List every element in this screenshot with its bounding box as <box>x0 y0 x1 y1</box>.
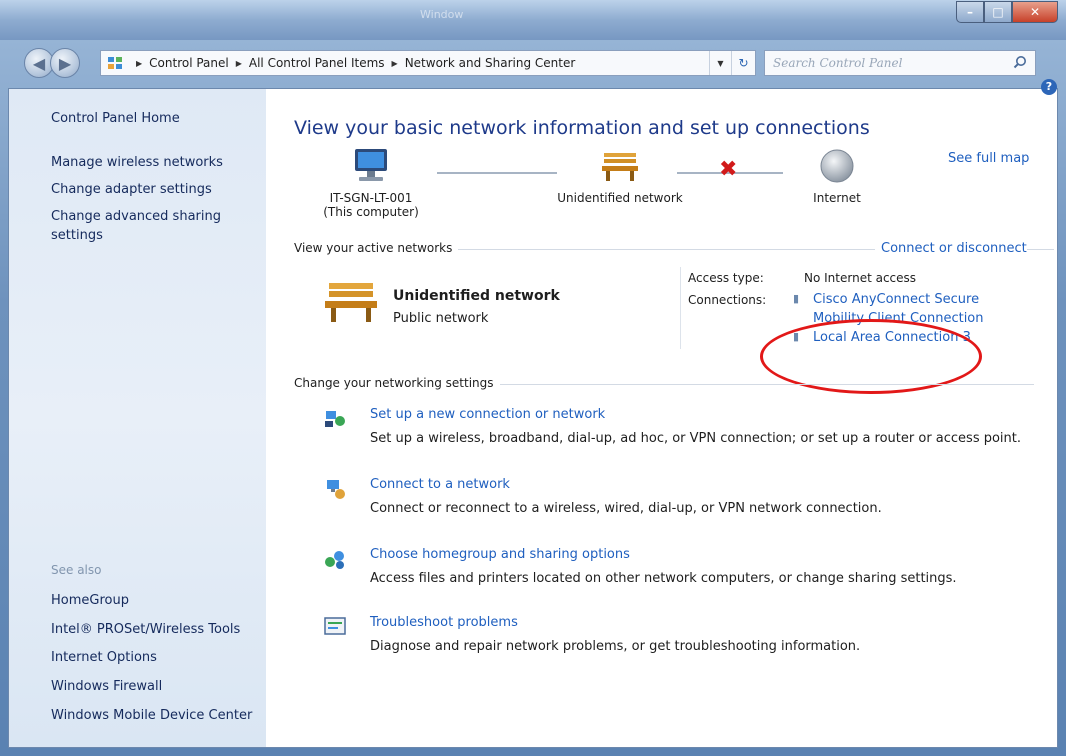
connections-label: Connections: <box>688 293 767 307</box>
sidebar: Control Panel Home Manage wireless netwo… <box>9 89 266 747</box>
main-panel: ? View your basic network information an… <box>267 79 1057 747</box>
forward-button[interactable]: ▶ <box>50 48 80 78</box>
task-setup-connection-link[interactable]: Set up a new connection or network <box>370 407 605 422</box>
cisco-connection-link-line2[interactable]: Mobility Client Connection <box>813 311 984 326</box>
breadcrumb-network-sharing[interactable]: Network and Sharing Center <box>405 56 576 70</box>
homegroup-icon <box>325 551 344 569</box>
see-also-internet-options[interactable]: Internet Options <box>51 648 157 667</box>
address-bar[interactable]: ▶ Control Panel ▶ All Control Panel Item… <box>100 50 756 76</box>
local-area-connection-link[interactable]: Local Area Connection 3 <box>813 330 971 345</box>
sidebar-change-adapter[interactable]: Change adapter settings <box>51 180 212 199</box>
search-box <box>764 50 1036 76</box>
map-network[interactable]: Unidentified network <box>545 147 695 205</box>
task-troubleshoot-link[interactable]: Troubleshoot problems <box>370 615 518 630</box>
change-settings-heading: Change your networking settings <box>294 376 500 390</box>
sidebar-advanced-sharing[interactable]: Change advanced sharing settings <box>51 207 221 245</box>
globe-icon <box>820 149 854 183</box>
window-title: Window <box>420 8 464 21</box>
see-also-heading: See also <box>51 563 102 577</box>
active-network-name: Unidentified network <box>393 288 560 304</box>
refresh-icon[interactable]: ↻ <box>731 51 755 75</box>
breadcrumb-arrow-icon: ▶ <box>235 58 242 68</box>
task-troubleshoot-desc: Diagnose and repair network problems, or… <box>370 639 861 654</box>
navigation-bar: ◀ ▶ ▶ Control Panel ▶ All Control Panel … <box>0 40 1066 86</box>
see-also-mobile-device-center[interactable]: Windows Mobile Device Center <box>51 706 252 725</box>
see-also-homegroup[interactable]: HomeGroup <box>51 591 129 610</box>
see-also-windows-firewall[interactable]: Windows Firewall <box>51 677 162 696</box>
see-full-map-link[interactable]: See full map <box>948 151 1029 166</box>
access-type-value: No Internet access <box>804 271 917 285</box>
map-link-line <box>437 172 557 174</box>
breadcrumb-all-items[interactable]: All Control Panel Items <box>249 56 385 70</box>
access-type-label: Access type: <box>688 271 764 285</box>
sidebar-control-panel-home[interactable]: Control Panel Home <box>51 109 180 128</box>
bench-icon <box>325 283 377 322</box>
task-homegroup-link[interactable]: Choose homegroup and sharing options <box>370 547 630 562</box>
sidebar-manage-wireless[interactable]: Manage wireless networks <box>51 153 223 172</box>
title-bar: Window – □ ✕ <box>0 0 1066 40</box>
help-icon[interactable]: ? <box>1041 79 1057 95</box>
connection-plug-icon: ▮ <box>793 330 800 343</box>
task-connect-network-desc: Connect or reconnect to a wireless, wire… <box>370 501 882 516</box>
computer-subtitle: (This computer) <box>323 205 419 219</box>
breadcrumb-arrow-icon: ▶ <box>391 58 398 68</box>
task-connect-network-link[interactable]: Connect to a network <box>370 477 510 492</box>
search-input[interactable] <box>773 56 1003 70</box>
page-title: View your basic network information and … <box>294 117 870 139</box>
computer-name: IT-SGN-LT-001 <box>329 191 413 205</box>
map-computer[interactable]: IT-SGN-LT-001 (This computer) <box>311 147 431 219</box>
map-internet[interactable]: Internet <box>797 147 877 205</box>
disconnected-x-icon: ✖ <box>719 157 738 182</box>
internet-label: Internet <box>813 191 861 205</box>
see-also-intel-proset[interactable]: Intel® PROSet/Wireless Tools <box>51 620 240 639</box>
active-network-type[interactable]: Public network <box>393 311 488 326</box>
task-setup-connection-desc: Set up a wireless, broadband, dial-up, a… <box>370 431 1022 446</box>
connect-or-disconnect-link[interactable]: Connect or disconnect <box>875 241 1027 256</box>
window-controls: – □ ✕ <box>956 1 1058 23</box>
close-button[interactable]: ✕ <box>1012 1 1058 23</box>
vertical-divider <box>680 267 681 349</box>
control-panel-icon <box>107 55 123 71</box>
maximize-button[interactable]: □ <box>984 1 1012 23</box>
active-networks-heading: View your active networks <box>294 241 459 255</box>
address-dropdown-icon[interactable]: ▼ <box>709 51 731 75</box>
task-homegroup-desc: Access files and printers located on oth… <box>370 571 957 586</box>
troubleshoot-icon <box>324 617 346 635</box>
minimize-button[interactable]: – <box>956 1 984 23</box>
network-name-label: Unidentified network <box>557 191 683 205</box>
bench-icon <box>602 153 638 181</box>
new-connection-icon <box>325 411 345 427</box>
cisco-connection-link[interactable]: Cisco AnyConnect Secure <box>813 292 979 307</box>
breadcrumb-control-panel[interactable]: Control Panel <box>149 56 229 70</box>
breadcrumb-arrow-icon: ▶ <box>136 58 143 68</box>
window: Window – □ ✕ ◀ ▶ ▶ Control Panel ▶ All C… <box>0 0 1066 756</box>
content-area: Control Panel Home Manage wireless netwo… <box>8 79 1058 748</box>
search-icon[interactable] <box>1013 55 1029 71</box>
connect-network-icon <box>327 480 345 499</box>
computer-icon <box>355 149 387 181</box>
connection-plug-icon: ▮ <box>793 292 800 305</box>
